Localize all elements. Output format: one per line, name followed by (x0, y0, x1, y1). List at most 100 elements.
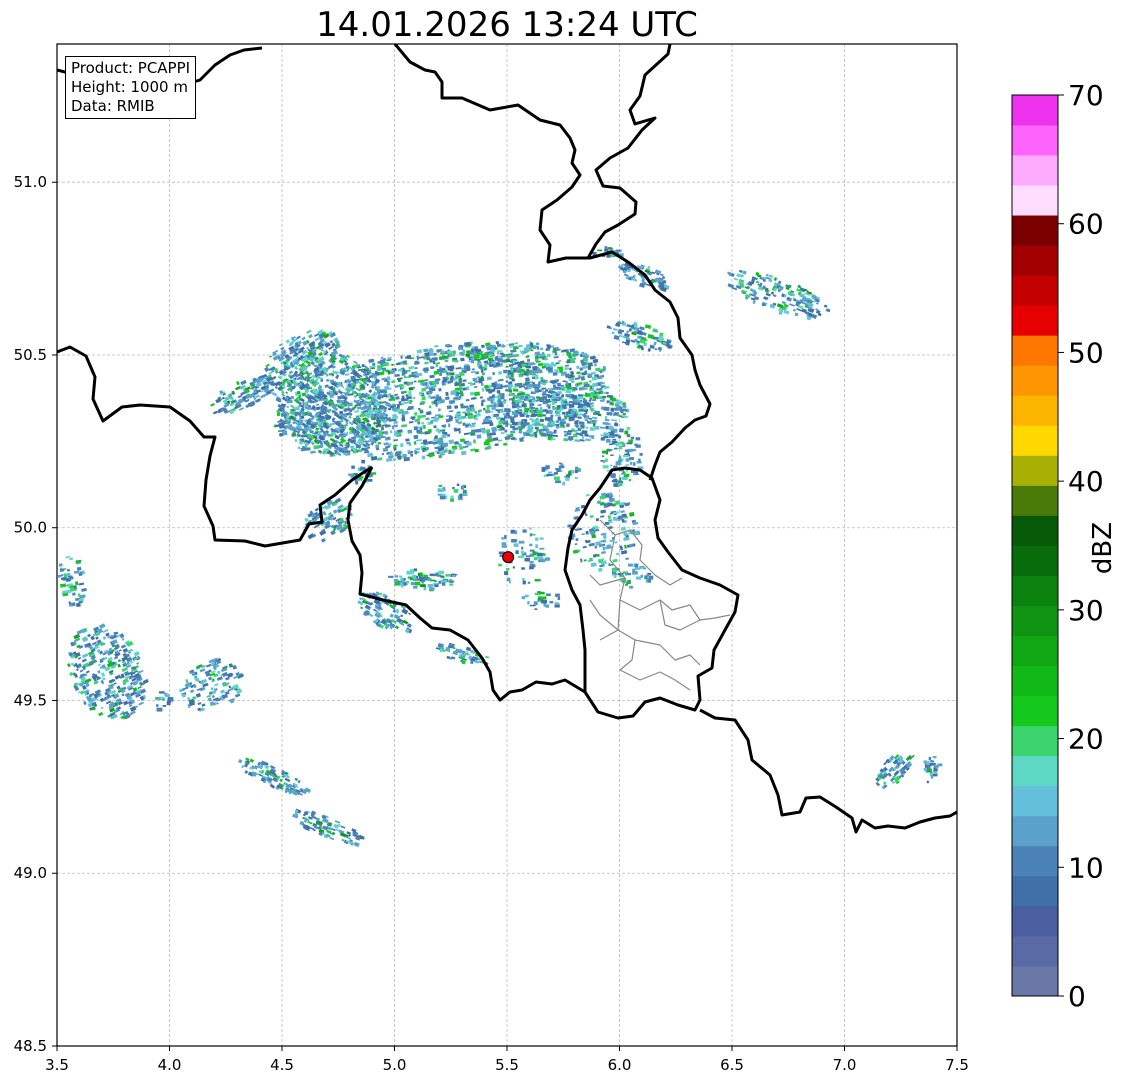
echo-pixel (454, 405, 459, 409)
echo-pixel (548, 404, 552, 407)
echo-pixel (439, 495, 446, 500)
echo-pixel (582, 545, 587, 549)
echo-pixel (561, 399, 565, 402)
echo-pixel (529, 403, 535, 406)
echo-cluster (923, 756, 943, 784)
echo-pixel (394, 451, 401, 457)
echo-pixel (207, 697, 213, 702)
echo-pixel (162, 705, 167, 707)
echo-pixel (492, 371, 495, 376)
echo-pixel (619, 545, 623, 549)
x-tick-label: 5.5 (495, 1056, 519, 1074)
echo-pixel (426, 577, 430, 579)
echo-pixel (622, 412, 627, 416)
echo-pixel (607, 515, 612, 520)
echo-pixel (483, 418, 490, 423)
echo-pixel (624, 544, 627, 549)
echo-pixel (361, 459, 365, 464)
echo-pixel (453, 489, 459, 493)
echo-pixel (379, 359, 386, 364)
echo-pixel (422, 424, 426, 429)
echo-pixel (475, 371, 480, 375)
echo-pixel (238, 758, 243, 764)
echo-pixel (541, 599, 547, 604)
y-tick-label: 49.5 (14, 691, 47, 709)
echo-pixel (480, 368, 484, 373)
echo-pixel (501, 359, 507, 363)
echo-pixel (413, 412, 418, 416)
echo-pixel (537, 354, 541, 358)
echo-pixel (474, 354, 480, 359)
echo-pixel (392, 403, 395, 406)
echo-pixel (565, 394, 571, 398)
echo-pixel (498, 428, 502, 432)
echo-pixel (604, 418, 610, 422)
echo-pixel (394, 625, 400, 630)
echo-pixel (363, 365, 368, 369)
echo-pixel (506, 577, 510, 581)
echo-pixel (509, 430, 516, 434)
echo-pixel (524, 407, 530, 411)
echo-pixel (529, 418, 533, 421)
echo-pixel (609, 443, 613, 446)
echo-pixel (216, 702, 219, 705)
echo-pixel (430, 587, 435, 591)
echo-pixel (441, 352, 444, 356)
echo-pixel (602, 534, 607, 540)
echo-pixel (58, 563, 63, 567)
echo-pixel (790, 293, 796, 297)
echo-pixel (334, 820, 341, 824)
echo-pixel (458, 377, 463, 381)
colorbar-segment (1012, 935, 1058, 967)
echo-pixel (408, 393, 412, 397)
echo-pixel (443, 449, 447, 453)
echo-pixel (419, 402, 425, 405)
echo-pixel (497, 360, 501, 363)
echo-cluster (567, 492, 641, 573)
echo-pixel (537, 413, 543, 418)
echo-pixel (621, 408, 628, 412)
echo-pixel (580, 424, 585, 428)
echo-pixel (638, 458, 641, 463)
echo-pixel (454, 416, 457, 419)
echo-pixel (136, 661, 140, 665)
echo-pixel (286, 405, 289, 409)
echo-pixel (453, 359, 459, 363)
echo-pixel (628, 563, 633, 567)
echo-pixel (548, 400, 551, 403)
echo-pixel (550, 414, 554, 418)
echo-pixel (609, 539, 614, 543)
echo-pixel (477, 376, 480, 379)
echo-pixel (628, 439, 633, 443)
echo-pixel (314, 507, 319, 512)
echo-pixel (613, 478, 618, 483)
echo-pixel (436, 362, 440, 365)
echo-pixel (600, 434, 605, 437)
echo-pixel (212, 410, 218, 415)
echo-pixel (507, 383, 514, 388)
echo-pixel (269, 765, 276, 770)
echo-pixel (357, 600, 364, 606)
echo-pixel (653, 341, 657, 346)
echo-pixel (502, 344, 506, 348)
echo-pixel (244, 770, 249, 774)
echo-pixel (587, 363, 591, 366)
colorbar-segment (1012, 905, 1058, 937)
echo-pixel (460, 450, 467, 456)
echo-pixel (445, 372, 449, 375)
echo-pixel (554, 605, 560, 608)
echo-pixel (593, 409, 597, 412)
colorbar-segment (1012, 725, 1058, 757)
echo-pixel (425, 417, 430, 421)
echo-pixel (583, 559, 587, 562)
echo-pixel (601, 551, 607, 555)
echo-pixel (118, 649, 122, 652)
echo-pixel (344, 373, 350, 376)
colorbar-segment (1012, 545, 1058, 576)
echo-pixel (537, 403, 542, 407)
echo-pixel (514, 530, 518, 535)
echo-pixel (373, 421, 377, 426)
x-tick-label: 5.0 (383, 1056, 407, 1074)
echo-pixel (552, 434, 559, 438)
echo-pixel (550, 363, 557, 368)
